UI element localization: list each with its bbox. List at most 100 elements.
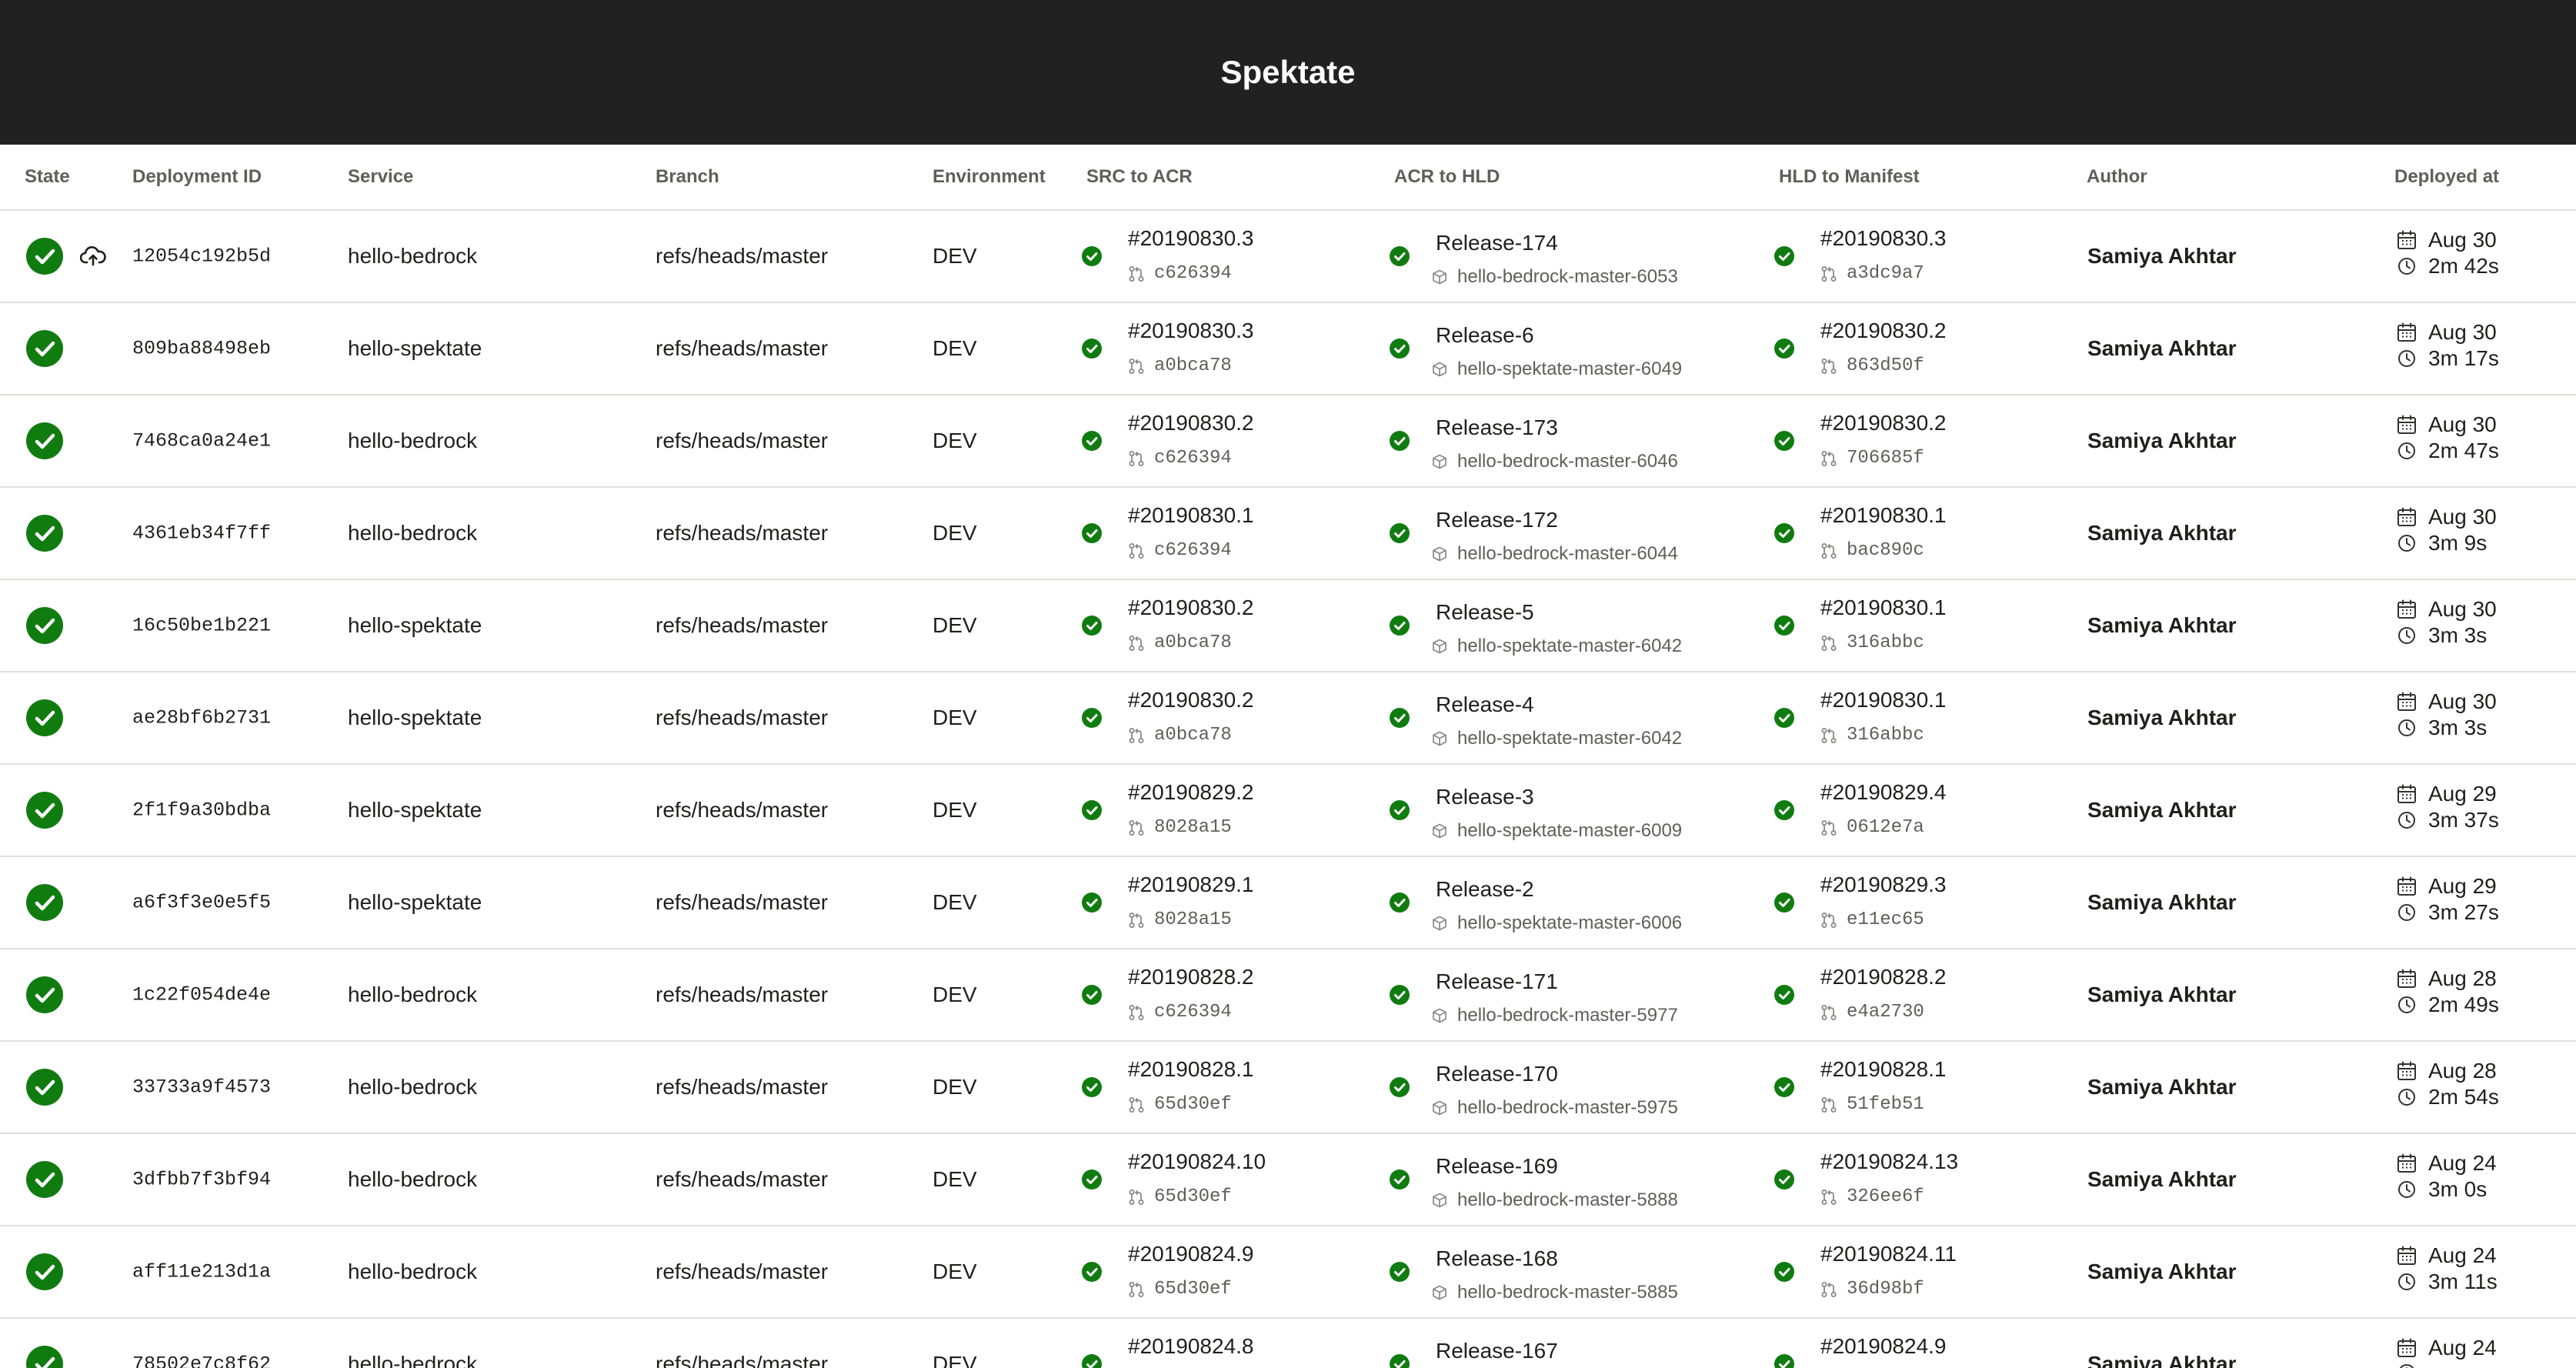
- hld-commit[interactable]: 0612e7a: [1820, 817, 1924, 838]
- src-commit[interactable]: 8028a15: [1128, 817, 1232, 838]
- src-commit[interactable]: c626394: [1128, 540, 1232, 561]
- src-build-number[interactable]: #20190829.1: [1128, 873, 1254, 897]
- deployment-id[interactable]: 78502e7c8f62: [132, 1353, 271, 1368]
- release-name[interactable]: Release-3: [1436, 785, 1534, 809]
- release-name[interactable]: Release-4: [1436, 692, 1534, 717]
- src-build-number[interactable]: #20190830.1: [1128, 503, 1254, 528]
- column-header-environment[interactable]: Environment: [933, 166, 1046, 188]
- deployment-id[interactable]: 12054c192b5d: [132, 245, 271, 268]
- hld-commit[interactable]: a3dc9a7: [1820, 263, 1924, 284]
- deployment-id[interactable]: 3dfbb7f3bf94: [132, 1169, 271, 1191]
- deployment-id[interactable]: 1c22f054de4e: [132, 984, 271, 1006]
- hld-build-number[interactable]: #20190829.4: [1820, 780, 1947, 805]
- release-name[interactable]: Release-170: [1436, 1062, 1558, 1086]
- release-name[interactable]: Release-172: [1436, 508, 1558, 532]
- hld-build-number[interactable]: #20190830.1: [1820, 596, 1947, 620]
- table-row[interactable]: 12054c192b5d hello-bedrock refs/heads/ma…: [0, 211, 2576, 303]
- hld-commit[interactable]: 51feb51: [1820, 1094, 1924, 1115]
- table-row[interactable]: 78502e7c8f62 hello-bedrock refs/heads/ma…: [0, 1319, 2576, 1368]
- deployment-id[interactable]: 7468ca0a24e1: [132, 430, 271, 452]
- hld-commit[interactable]: 706685f: [1820, 448, 1924, 469]
- column-header-deployment-id[interactable]: Deployment ID: [132, 166, 262, 188]
- src-build-number[interactable]: #20190830.2: [1128, 688, 1254, 712]
- hld-build-number[interactable]: #20190830.2: [1820, 411, 1947, 435]
- src-commit[interactable]: a0bca78: [1128, 725, 1232, 746]
- column-header-service[interactable]: Service: [348, 166, 413, 188]
- src-commit[interactable]: c626394: [1128, 1002, 1232, 1023]
- table-row[interactable]: ae28bf6b2731 hello-spektate refs/heads/m…: [0, 672, 2576, 765]
- hld-build-number[interactable]: #20190824.9: [1820, 1334, 1947, 1359]
- src-build-number[interactable]: #20190830.2: [1128, 411, 1254, 435]
- hld-build-number[interactable]: #20190830.2: [1820, 319, 1947, 343]
- hld-build-number[interactable]: #20190824.13: [1820, 1149, 1958, 1174]
- deployment-id[interactable]: 809ba88498eb: [132, 338, 271, 360]
- table-row[interactable]: 1c22f054de4e hello-bedrock refs/heads/ma…: [0, 949, 2576, 1042]
- table-row[interactable]: 33733a9f4573 hello-bedrock refs/heads/ma…: [0, 1042, 2576, 1134]
- src-commit[interactable]: c626394: [1128, 263, 1232, 284]
- src-build-number[interactable]: #20190824.8: [1128, 1334, 1254, 1359]
- hld-commit[interactable]: bac890c: [1820, 540, 1924, 561]
- deployment-id[interactable]: 2f1f9a30bdba: [132, 799, 271, 822]
- src-build-number[interactable]: #20190829.2: [1128, 780, 1254, 805]
- column-header-author[interactable]: Author: [2087, 166, 2147, 188]
- hld-build-number[interactable]: #20190828.2: [1820, 965, 1947, 989]
- deployment-id[interactable]: 16c50be1b221: [132, 615, 271, 637]
- hld-build-number[interactable]: #20190830.3: [1820, 226, 1947, 251]
- src-commit[interactable]: 65d30ef: [1128, 1186, 1232, 1207]
- hld-commit[interactable]: e4a2730: [1820, 1002, 1924, 1023]
- column-header-branch[interactable]: Branch: [656, 166, 719, 188]
- src-commit[interactable]: 65d30ef: [1128, 1279, 1232, 1300]
- table-row[interactable]: 2f1f9a30bdba hello-spektate refs/heads/m…: [0, 765, 2576, 857]
- hld-build-number[interactable]: #20190828.1: [1820, 1057, 1947, 1082]
- table-row[interactable]: 809ba88498eb hello-spektate refs/heads/m…: [0, 303, 2576, 395]
- src-build-number[interactable]: #20190824.10: [1128, 1149, 1266, 1174]
- release-name[interactable]: Release-174: [1436, 231, 1558, 255]
- column-header-src-to-acr[interactable]: SRC to ACR: [1086, 166, 1193, 188]
- release-name[interactable]: Release-171: [1436, 969, 1558, 994]
- hld-build-number[interactable]: #20190830.1: [1820, 688, 1947, 712]
- release-name[interactable]: Release-169: [1436, 1154, 1558, 1179]
- hld-commit[interactable]: 326ee6f: [1820, 1186, 1924, 1207]
- hld-commit[interactable]: 863d50f: [1820, 355, 1924, 376]
- table-row[interactable]: 3dfbb7f3bf94 hello-bedrock refs/heads/ma…: [0, 1134, 2576, 1226]
- hld-commit[interactable]: 316abbc: [1820, 725, 1924, 746]
- src-build-number[interactable]: #20190828.1: [1128, 1057, 1254, 1082]
- release-name[interactable]: Release-173: [1436, 415, 1558, 440]
- table-row[interactable]: a6f3f3e0e5f5 hello-spektate refs/heads/m…: [0, 857, 2576, 949]
- src-commit[interactable]: 8028a15: [1128, 909, 1232, 930]
- table-row[interactable]: 16c50be1b221 hello-spektate refs/heads/m…: [0, 580, 2576, 672]
- column-header-acr-to-hld[interactable]: ACR to HLD: [1394, 166, 1500, 188]
- hld-build-number[interactable]: #20190829.3: [1820, 873, 1947, 897]
- deployment-id[interactable]: 4361eb34f7ff: [132, 522, 271, 545]
- table-row[interactable]: aff11e213d1a hello-bedrock refs/heads/ma…: [0, 1226, 2576, 1319]
- src-commit[interactable]: a0bca78: [1128, 632, 1232, 653]
- src-commit[interactable]: a0bca78: [1128, 355, 1232, 376]
- deployment-id[interactable]: ae28bf6b2731: [132, 707, 271, 729]
- src-build-number[interactable]: #20190830.3: [1128, 319, 1254, 343]
- hld-build-number[interactable]: #20190830.1: [1820, 503, 1947, 528]
- table-row[interactable]: 7468ca0a24e1 hello-bedrock refs/heads/ma…: [0, 395, 2576, 488]
- hld-commit[interactable]: e11ec65: [1820, 909, 1924, 930]
- src-build-number[interactable]: #20190828.2: [1128, 965, 1254, 989]
- release-name[interactable]: Release-167: [1436, 1339, 1558, 1363]
- column-header-deployed-at[interactable]: Deployed at: [2394, 166, 2499, 188]
- table-row[interactable]: 4361eb34f7ff hello-bedrock refs/heads/ma…: [0, 488, 2576, 580]
- src-build-number[interactable]: #20190824.9: [1128, 1242, 1254, 1266]
- deployment-id[interactable]: 33733a9f4573: [132, 1076, 271, 1099]
- src-build-number[interactable]: #20190830.3: [1128, 226, 1254, 251]
- hld-commit[interactable]: 36d98bf: [1820, 1279, 1924, 1300]
- service-name: hello-bedrock: [348, 983, 478, 1006]
- src-build-number[interactable]: #20190830.2: [1128, 596, 1254, 620]
- release-name[interactable]: Release-5: [1436, 600, 1534, 625]
- deployment-id[interactable]: a6f3f3e0e5f5: [132, 892, 271, 914]
- hld-build-number[interactable]: #20190824.11: [1820, 1242, 1957, 1266]
- release-name[interactable]: Release-2: [1436, 877, 1534, 902]
- column-header-hld-to-manifest[interactable]: HLD to Manifest: [1779, 166, 1920, 188]
- src-commit[interactable]: 65d30ef: [1128, 1094, 1232, 1115]
- column-header-state[interactable]: State: [25, 166, 70, 188]
- deployment-id[interactable]: aff11e213d1a: [132, 1261, 271, 1283]
- release-name[interactable]: Release-168: [1436, 1246, 1558, 1271]
- hld-commit[interactable]: 316abbc: [1820, 632, 1924, 653]
- src-commit[interactable]: c626394: [1128, 448, 1232, 469]
- release-name[interactable]: Release-6: [1436, 323, 1534, 348]
